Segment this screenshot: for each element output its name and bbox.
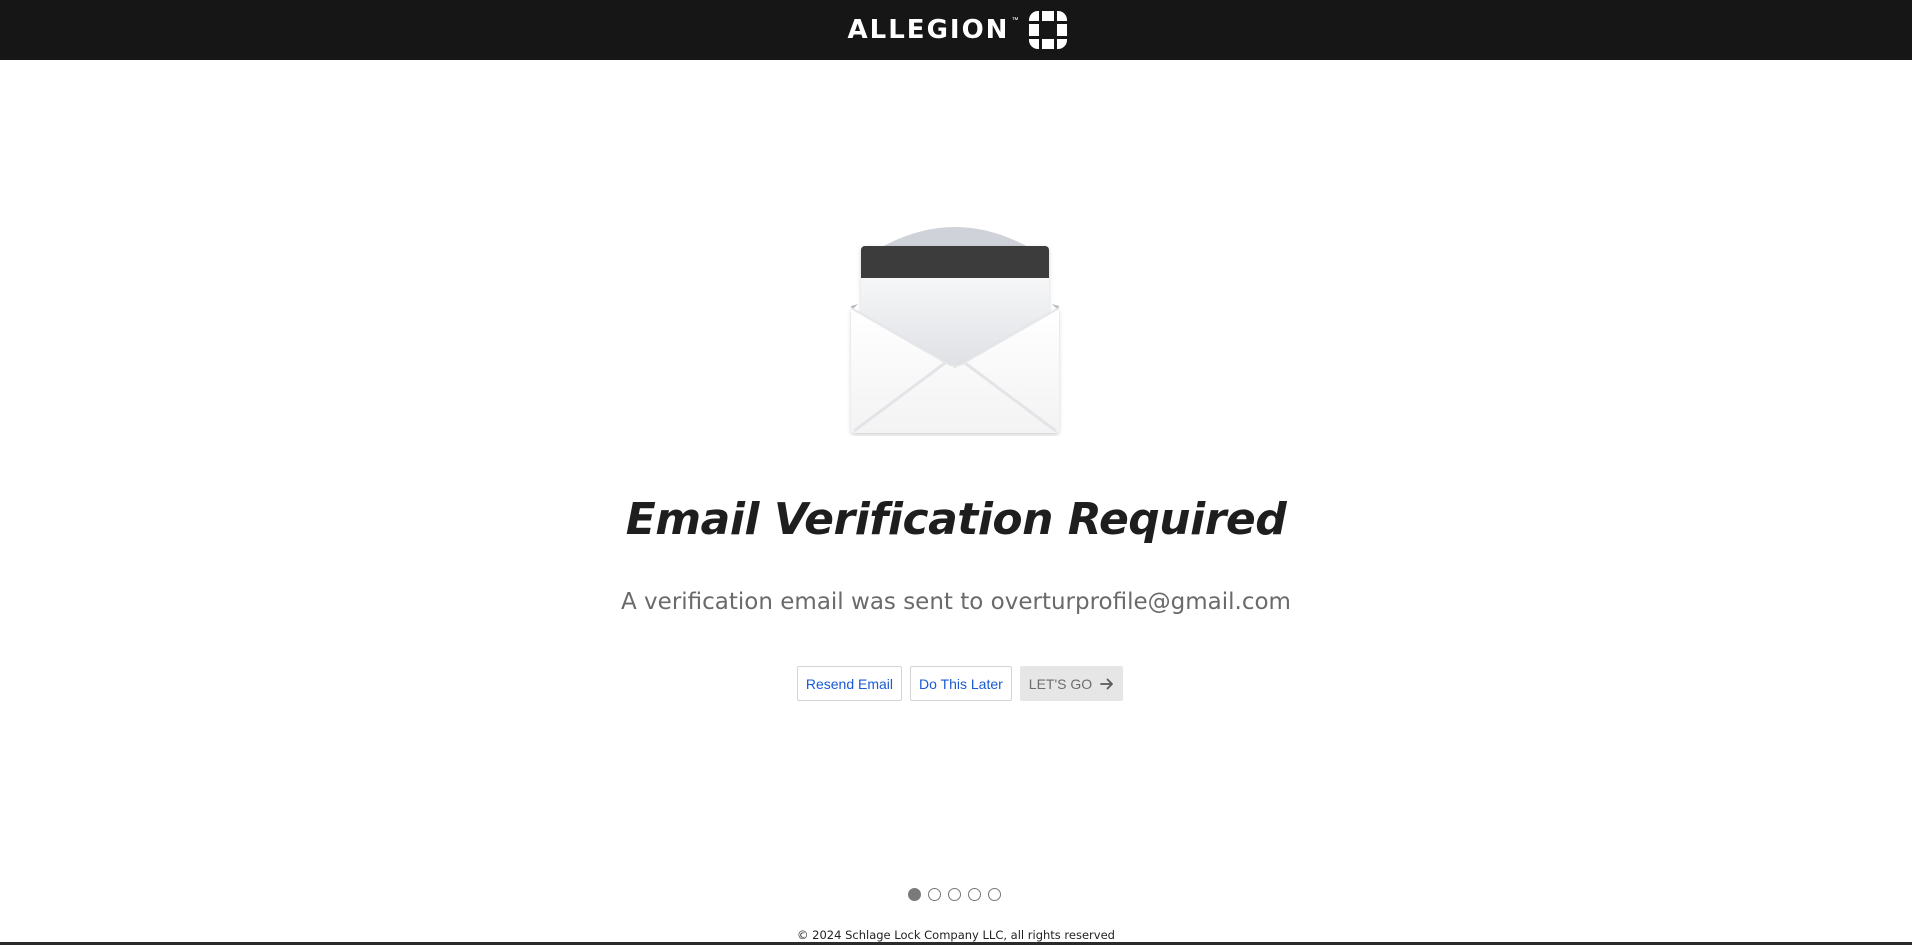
- step-dot-5[interactable]: [987, 888, 1001, 901]
- lets-go-button[interactable]: LET'S GO: [1019, 666, 1124, 701]
- step-indicator: [0, 888, 1912, 901]
- email-address: overturprofile@gmail.com: [990, 589, 1291, 615]
- verification-message-text: A verification email was sent to: [621, 589, 991, 615]
- step-dot-1[interactable]: [907, 888, 921, 901]
- step-dot-3[interactable]: [947, 888, 961, 901]
- open-envelope-icon: [840, 226, 1070, 436]
- resend-email-button[interactable]: Resend Email: [796, 666, 902, 701]
- verification-message: A verification email was sent to overtur…: [0, 589, 1912, 615]
- action-buttons: Resend Email Do This Later LET'S GO: [0, 666, 1912, 701]
- allegion-logo-icon: [1029, 11, 1068, 49]
- arrow-right-icon: [1100, 678, 1114, 689]
- allegion-logo[interactable]: ALLEGION ™: [848, 10, 1069, 50]
- top-bar: ALLEGION ™: [0, 0, 1912, 60]
- page-title: Email Verification Required: [625, 494, 1287, 545]
- step-dot-4[interactable]: [967, 888, 981, 901]
- do-this-later-button[interactable]: Do This Later: [910, 666, 1012, 701]
- brand-trademark: ™: [1011, 16, 1019, 24]
- step-dot-2[interactable]: [927, 888, 941, 901]
- lets-go-label: LET'S GO: [1028, 675, 1093, 692]
- brand-name: ALLEGION: [847, 15, 1010, 45]
- copyright-footer: © 2024 Schlage Lock Company LLC, all rig…: [797, 928, 1115, 942]
